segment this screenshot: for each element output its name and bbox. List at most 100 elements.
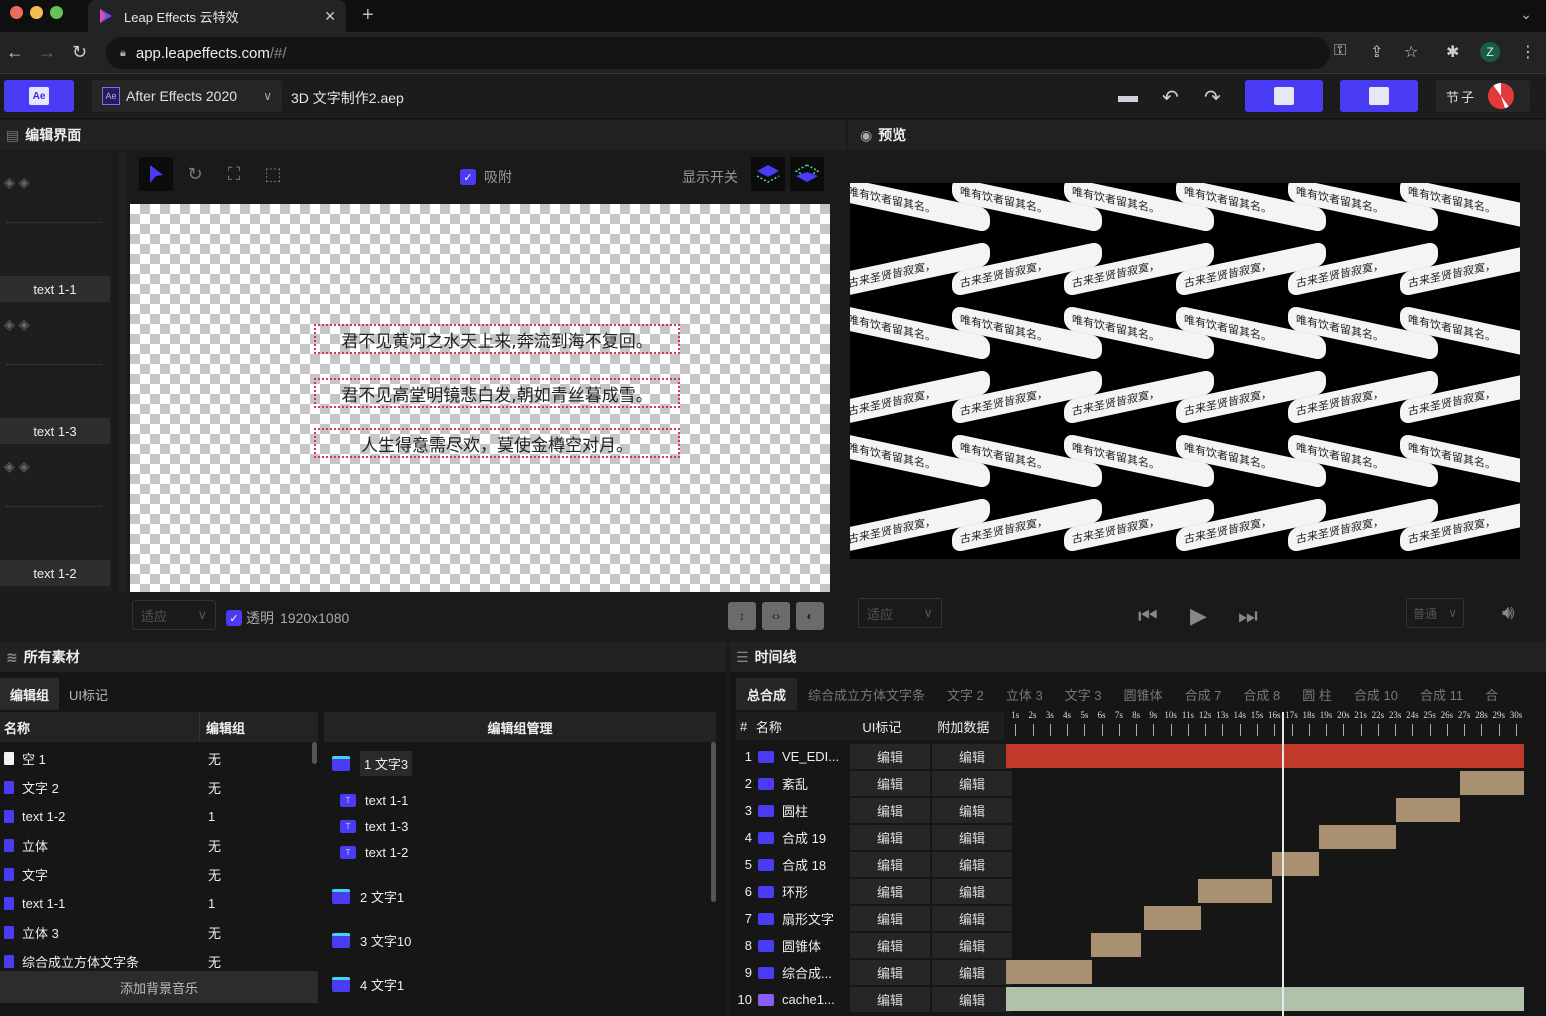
group-folder[interactable]: 3 文字10 xyxy=(332,931,411,950)
transparent-toggle[interactable]: ✓ 透明 1920x1080 xyxy=(226,608,349,628)
timeline-layer-row[interactable]: 5 合成 18 编辑 编辑 xyxy=(736,851,1012,878)
play-icon[interactable]: ▶ xyxy=(1190,603,1207,629)
profile-avatar[interactable]: Z xyxy=(1480,42,1500,62)
anchor-tool-button[interactable]: ⬚ xyxy=(256,157,290,191)
asset-row[interactable]: 立体 3 无 xyxy=(0,918,318,947)
address-bar[interactable]: 🔒︎ app.leapeffects.com /#/ xyxy=(106,37,1330,69)
group-folder[interactable]: 1 文字3 xyxy=(332,751,413,776)
preview-fit-select[interactable]: 适应 ∨ xyxy=(858,598,942,628)
rotate-tool-button[interactable]: ↻ xyxy=(178,157,212,191)
extra-data-edit-button[interactable]: 编辑 xyxy=(932,960,1012,985)
export-button[interactable] xyxy=(1340,80,1418,112)
reload-button[interactable]: ↻ xyxy=(72,42,87,63)
layer-duration-bar[interactable] xyxy=(1396,798,1461,822)
ui-mark-edit-button[interactable]: 编辑 xyxy=(850,960,930,985)
group-folder[interactable]: 2 文字1 xyxy=(332,887,404,906)
group-child[interactable]: T text 1-2 xyxy=(340,845,408,860)
time-ruler[interactable]: 1s 2s 3s 4s 5s 6s 7s 8s 9s 10s 11s 12s 13s 14s 15s 16s 1… xyxy=(1006,710,1546,742)
ui-mark-edit-button[interactable]: 编辑 xyxy=(850,987,930,1012)
skip-forward-icon[interactable]: ⏭ xyxy=(1238,603,1258,629)
composition-tab[interactable]: 合成 7 xyxy=(1174,678,1233,710)
thumbnail-item[interactable]: ◈◈ text 1-3 xyxy=(0,304,110,444)
key-icon[interactable]: ⚿ xyxy=(1334,42,1346,60)
close-tab-icon[interactable]: ✕ xyxy=(324,8,336,25)
back-button[interactable]: ← xyxy=(6,42,24,63)
snap-checkbox[interactable]: ✓ xyxy=(460,169,476,185)
timeline-layer-row[interactable]: 8 圆锥体 编辑 编辑 xyxy=(736,932,1012,959)
timeline-layer-row[interactable]: 3 圆柱 编辑 编辑 xyxy=(736,797,1012,824)
splitter[interactable] xyxy=(118,152,126,592)
show-outline-button[interactable] xyxy=(790,157,824,191)
group-child[interactable]: T text 1-1 xyxy=(340,793,408,808)
composition-tab[interactable]: 合 xyxy=(1474,678,1509,710)
volume-icon[interactable]: 🔊︎ xyxy=(1502,602,1515,625)
ui-mark-edit-button[interactable]: 编辑 xyxy=(850,825,930,850)
ui-mark-edit-button[interactable]: 编辑 xyxy=(850,771,930,796)
composition-tab[interactable]: 合成 11 xyxy=(1409,678,1474,710)
timeline-layer-row[interactable]: 10 cache1... 编辑 编辑 xyxy=(736,986,1012,1013)
layer-duration-bar[interactable] xyxy=(1006,987,1524,1011)
asset-row[interactable]: 文字 无 xyxy=(0,860,318,889)
ui-mark-edit-button[interactable]: 编辑 xyxy=(850,879,930,904)
playback-speed-select[interactable]: 普通 ∨ xyxy=(1406,598,1464,628)
redo-icon[interactable]: ↷ xyxy=(1204,85,1221,110)
timeline-layer-row[interactable]: 4 合成 19 编辑 编辑 xyxy=(736,824,1012,851)
asset-row[interactable]: 文字 2 无 xyxy=(0,773,318,802)
playhead[interactable] xyxy=(1282,712,1285,1016)
ui-mark-edit-button[interactable]: 编辑 xyxy=(850,852,930,877)
scale-tool-button[interactable]: ⛶ xyxy=(217,157,251,191)
extra-data-edit-button[interactable]: 编辑 xyxy=(932,987,1012,1012)
minimize-window-button[interactable] xyxy=(30,6,43,19)
extra-data-edit-button[interactable]: 编辑 xyxy=(932,879,1012,904)
extra-data-edit-button[interactable]: 编辑 xyxy=(932,933,1012,958)
composition-tab[interactable]: 圆 柱 xyxy=(1291,678,1343,710)
composition-tab[interactable]: 文字 3 xyxy=(1054,678,1113,710)
ae-home-button[interactable]: Ae xyxy=(4,80,74,112)
composition-tab[interactable]: 文字 2 xyxy=(936,678,995,710)
composition-tab[interactable]: 合成 8 xyxy=(1232,678,1291,710)
timeline-layer-row[interactable]: 9 综合成... 编辑 编辑 xyxy=(736,959,1012,986)
canvas-fit-select[interactable]: 适应 ∨ xyxy=(132,600,216,630)
timeline-layer-row[interactable]: 6 环形 编辑 编辑 xyxy=(736,878,1012,905)
tab-ui-marks[interactable]: UI标记 xyxy=(59,678,118,710)
extra-data-edit-button[interactable]: 编辑 xyxy=(932,744,1012,769)
composition-tab[interactable]: 合成 10 xyxy=(1343,678,1409,710)
select-tool-button[interactable] xyxy=(139,157,173,191)
composition-tab[interactable]: 立体 3 xyxy=(995,678,1054,710)
close-window-button[interactable] xyxy=(10,6,23,19)
share-icon[interactable]: ⇪ xyxy=(1370,42,1383,62)
group-child[interactable]: T text 1-3 xyxy=(340,819,408,834)
timeline-layer-row[interactable]: 1 VE_EDI... 编辑 编辑 xyxy=(736,743,1012,770)
preview-video[interactable]: 唯有饮者留其名。 古来圣贤皆寂寞， 唯有饮者留其名。 古来圣贤皆寂寞， 唯有饮者留其名。… xyxy=(850,183,1520,559)
open-folder-icon[interactable]: ▬ xyxy=(1118,85,1138,108)
asset-row[interactable]: 立体 无 xyxy=(0,831,318,860)
tab-edit-groups[interactable]: 编辑组 xyxy=(0,678,60,710)
extra-data-edit-button[interactable]: 编辑 xyxy=(932,852,1012,877)
canvas-text-layer[interactable]: 君不见黄河之水天上来,奔流到海不复回。 xyxy=(314,324,680,354)
extra-data-edit-button[interactable]: 编辑 xyxy=(932,906,1012,931)
browser-tab[interactable]: Leap Effects 云特效 ✕ xyxy=(88,0,346,32)
forward-button[interactable]: → xyxy=(38,42,56,63)
user-menu[interactable]: 节子 xyxy=(1436,80,1530,112)
asset-row[interactable]: text 1-1 1 xyxy=(0,889,318,918)
show-layer-button[interactable] xyxy=(751,157,785,191)
thumbnail-item[interactable]: ◈◈ text 1-1 xyxy=(0,162,110,302)
assets-scrollbar[interactable] xyxy=(312,742,317,764)
extra-data-edit-button[interactable]: 编辑 xyxy=(932,771,1012,796)
group-manager-scrollbar[interactable] xyxy=(711,742,716,902)
group-folder[interactable]: 4 文字1 xyxy=(332,975,404,994)
transparent-checkbox[interactable]: ✓ xyxy=(226,610,242,626)
code-button[interactable]: ‹› xyxy=(762,602,790,630)
thumbnail-item[interactable]: ◈◈ text 1-2 xyxy=(0,446,110,586)
layer-duration-bar[interactable] xyxy=(1006,960,1093,984)
extensions-puzzle-icon[interactable]: ✱ xyxy=(1446,42,1459,62)
composition-tab[interactable]: 圆锥体 xyxy=(1113,678,1174,710)
edit-canvas[interactable]: 君不见黄河之水天上来,奔流到海不复回。 君不见高堂明镜悲白发,朝如青丝暮成雪。 … xyxy=(130,204,830,592)
layer-duration-bar[interactable] xyxy=(1006,744,1524,768)
canvas-text-layer[interactable]: 君不见高堂明镜悲白发,朝如青丝暮成雪。 xyxy=(314,378,680,408)
layer-duration-bar[interactable] xyxy=(1144,906,1202,930)
ui-mark-edit-button[interactable]: 编辑 xyxy=(850,744,930,769)
layer-duration-bar[interactable] xyxy=(1460,771,1524,795)
extra-data-edit-button[interactable]: 编辑 xyxy=(932,798,1012,823)
timeline-layer-row[interactable]: 2 紊乱 编辑 编辑 xyxy=(736,770,1012,797)
